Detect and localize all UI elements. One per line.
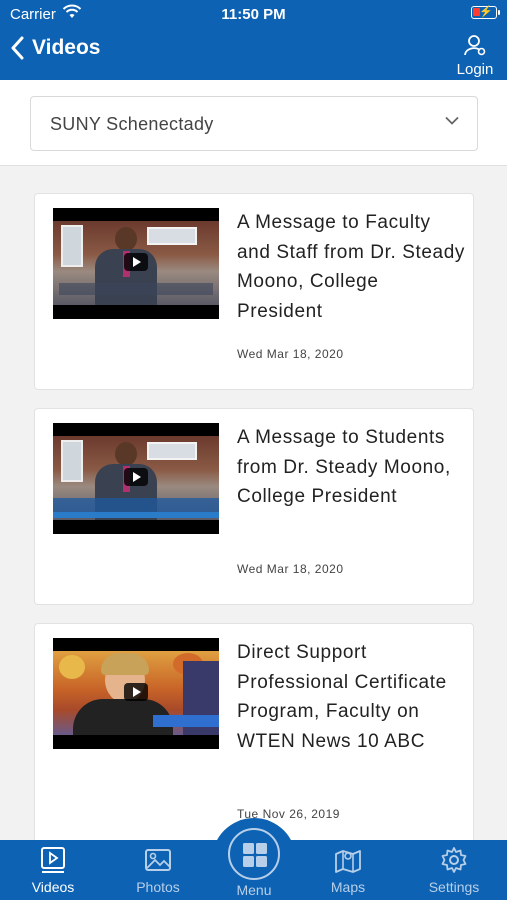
page-title: Videos [32, 36, 101, 59]
video-thumbnail[interactable] [53, 208, 219, 319]
nav-bar: Videos Login [0, 30, 507, 78]
video-card[interactable]: A Message to Students from Dr. Steady Mo… [34, 408, 474, 605]
video-thumbnail[interactable] [53, 638, 219, 749]
tab-menu-label: Menu [236, 882, 272, 898]
tab-settings-label: Settings [428, 879, 480, 895]
tab-settings[interactable]: Settings [404, 840, 504, 900]
video-list[interactable]: A Message to Faculty and Staff from Dr. … [0, 166, 507, 840]
video-title: A Message to Students from Dr. Steady Mo… [237, 427, 451, 507]
tab-photos[interactable]: Photos [108, 840, 208, 900]
video-card[interactable]: A Message to Faculty and Staff from Dr. … [34, 193, 474, 390]
tab-videos-label: Videos [31, 879, 75, 895]
chevron-left-icon [11, 36, 24, 60]
login-label: Login [456, 61, 494, 78]
campus-select[interactable]: SUNY Schenectady [30, 96, 478, 151]
tab-videos[interactable]: Videos [3, 840, 103, 900]
user-icon [464, 35, 486, 56]
video-date: Wed Mar 18, 2020 [237, 347, 344, 361]
chevron-down-icon [445, 117, 459, 125]
login-button[interactable]: Login [453, 34, 497, 78]
video-title: Direct Support Professional Certificate … [237, 642, 447, 752]
map-icon [335, 850, 361, 873]
back-button[interactable]: Videos [10, 36, 100, 60]
video-date: Wed Mar 18, 2020 [237, 562, 344, 576]
video-thumbnail[interactable] [53, 423, 219, 534]
status-time: 11:50 PM [221, 6, 286, 23]
tab-photos-label: Photos [136, 879, 180, 895]
grid-icon [243, 843, 267, 867]
status-bar: Carrier 11:50 PM ⚡ [0, 0, 507, 28]
video-icon [41, 847, 65, 873]
battery-icon: ⚡ [471, 6, 500, 19]
video-title: A Message to Faculty and Staff from Dr. … [237, 212, 465, 322]
video-card[interactable]: Direct Support Professional Certificate … [34, 623, 474, 840]
play-icon [124, 468, 148, 486]
tab-maps-label: Maps [330, 879, 366, 895]
photo-icon [145, 849, 171, 871]
tab-maps[interactable]: Maps [298, 840, 398, 900]
play-icon [124, 683, 148, 701]
play-icon [124, 253, 148, 271]
filter-area: SUNY Schenectady [0, 80, 507, 166]
menu-button[interactable] [228, 828, 280, 880]
campus-select-value: SUNY Schenectady [50, 114, 214, 134]
gear-icon [441, 847, 467, 873]
app-header: Carrier 11:50 PM ⚡ Videos Login [0, 0, 507, 80]
